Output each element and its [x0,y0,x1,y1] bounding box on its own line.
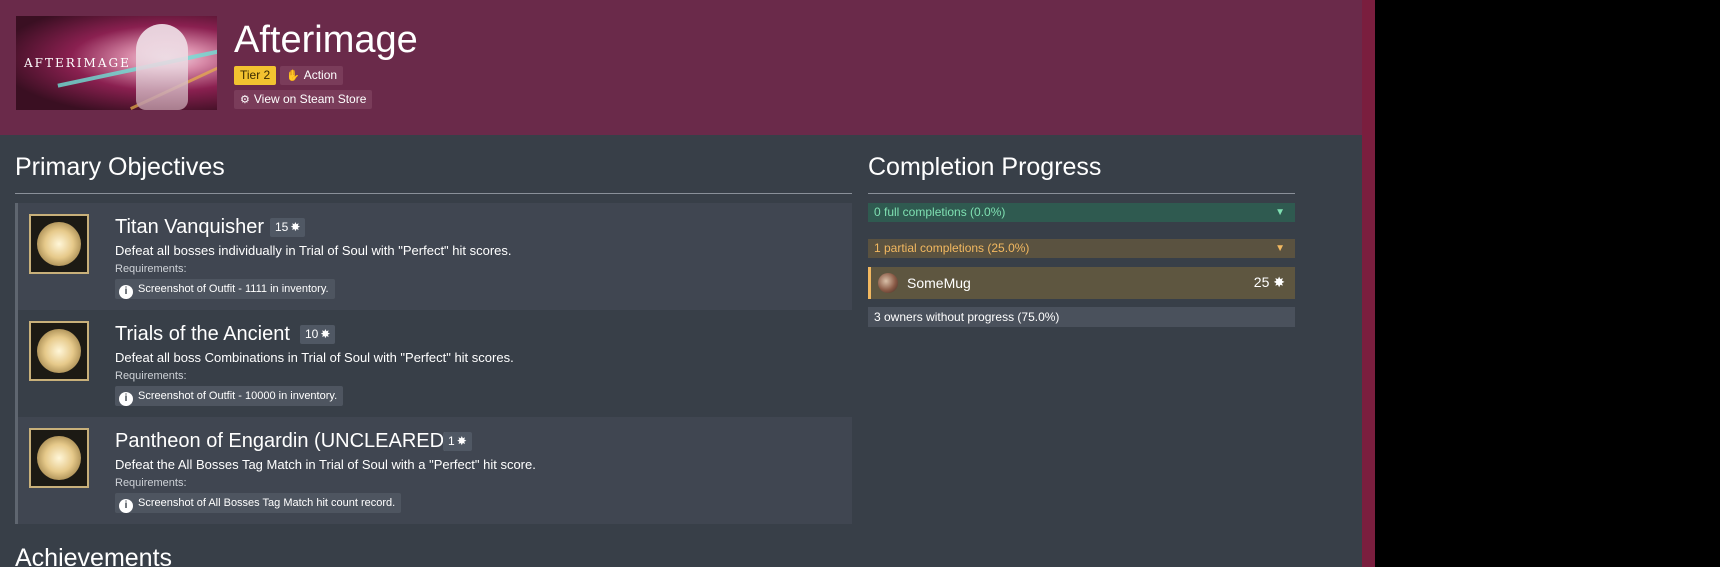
app: AFTERIMAGE Afterimage Tier 2 ✋ Action ⚙ Vi… [0,0,1362,567]
star-icon: ✸ [290,220,301,234]
avatar [878,273,898,293]
tier-badge[interactable]: Tier 2 [234,66,277,85]
user-points: 25 ✸ [1253,274,1285,290]
game-header: AFTERIMAGE Afterimage Tier 2 ✋ Action ⚙ Vi… [0,0,1362,135]
requirements-label: Requirements: [115,477,187,489]
objective-item[interactable]: Pantheon of Engardin (UNCLEARED) 1 ✸ Defe… [15,417,852,524]
steam-label: View on Steam Store [253,92,367,106]
partial-completions-toggle[interactable]: 1 partial completions (25.0%) ▼ [868,239,1295,258]
full-completions-toggle[interactable]: 0 full completions (0.0%) ▼ [868,203,1295,222]
requirement-chip: i Screenshot of All Bosses Tag Match hit … [115,493,402,513]
objective-badge-icon [29,214,89,274]
objective-description: Defeat all boss Combinations in Trial of… [115,350,514,365]
partial-completions-label: 1 partial completions (25.0%) [874,241,1030,255]
caret-down-icon: ▼ [1275,207,1285,218]
objective-badge-icon [29,428,89,488]
objective-name: Titan Vanquisher [115,216,264,238]
requirements-label: Requirements: [115,263,187,275]
points-badge: 10 ✸ [300,325,336,344]
objectives-list: Titan Vanquisher 15 ✸ Defeat all bosses i… [15,203,852,524]
info-icon: i [119,499,133,513]
objective-description: Defeat the All Bosses Tag Match in Trial… [115,457,536,472]
user-name: SomeMug [907,275,971,291]
points-badge: 15 ✸ [270,218,306,237]
achievements-heading: Achievements [15,544,173,567]
hand-icon: ✋ [286,70,300,82]
steam-icon: ⚙ [240,94,250,106]
requirements-label: Requirements: [115,370,187,382]
star-icon: ✸ [456,434,467,448]
steam-store-link[interactable]: ⚙ View on Steam Store [234,90,373,109]
full-completions-label: 0 full completions (0.0%) [874,205,1006,219]
completion-progress-heading: Completion Progress [868,153,1102,181]
caret-down-icon: ▼ [1275,243,1285,254]
objective-name: Pantheon of Engardin (UNCLEARED) [115,430,451,452]
right-edge-strip [1362,0,1375,567]
objective-badge-icon [29,321,89,381]
requirement-chip: i Screenshot of Outfit - 1111 in inventor… [115,279,335,299]
game-title: Afterimage [234,19,418,61]
genre-tag[interactable]: ✋ Action [280,66,344,85]
info-icon: i [119,285,133,299]
objective-item[interactable]: Titan Vanquisher 15 ✸ Defeat all bosses i… [15,203,852,310]
divider [868,193,1295,194]
star-icon: ✸ [320,327,331,341]
primary-objectives-heading: Primary Objectives [15,153,225,181]
star-icon: ✸ [1273,274,1285,290]
points-badge: 1 ✸ [443,432,472,451]
objective-item[interactable]: Trials of the Ancient 10 ✸ Defeat all bos… [15,310,852,417]
objective-description: Defeat all bosses individually in Trial … [115,243,512,258]
genre-label: Action [303,68,338,82]
user-progress-row[interactable]: SomeMug 25 ✸ [868,267,1295,299]
cover-logo: AFTERIMAGE [24,56,131,70]
divider [15,193,852,194]
no-progress-bar: 3 owners without progress (75.0%) [868,307,1295,327]
info-icon: i [119,392,133,406]
game-cover-image: AFTERIMAGE [16,16,217,110]
objective-name: Trials of the Ancient [115,323,290,345]
requirement-chip: i Screenshot of Outfit - 10000 in invento… [115,386,344,406]
